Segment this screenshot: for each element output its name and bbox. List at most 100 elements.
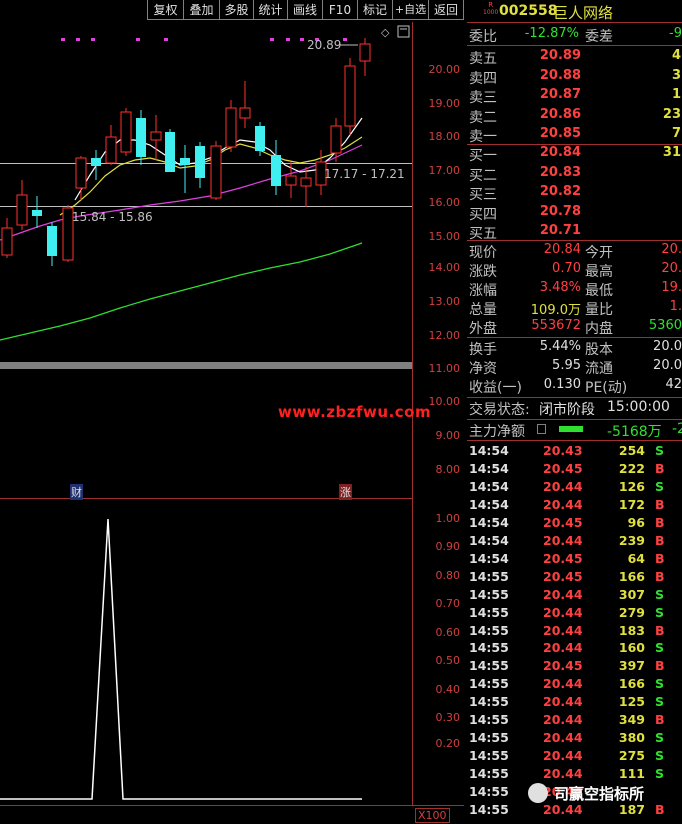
tick-volume: 166 [618, 676, 645, 692]
tick-price: 20.44 [543, 748, 583, 764]
indicator-line [0, 518, 362, 800]
quote-value: 5360 [648, 318, 682, 333]
tick-row[interactable]: 14:55 20.44 160 S [467, 640, 682, 658]
brand-overlay: 司赢空指标所 [528, 782, 678, 804]
tick-volume: 397 [618, 658, 645, 674]
tick-volume: 275 [618, 748, 645, 764]
tick-side: B [655, 658, 665, 674]
tick-price: 20.44 [543, 802, 583, 817]
finance-row: 收益(一) 0.130 PE(动) 42 [467, 377, 682, 396]
tick-row[interactable]: 14:55 20.44 279 S [467, 605, 682, 623]
window-toggle-icon[interactable] [397, 25, 410, 38]
order-ratio-row: 委比 -12.87% 委差 -9 [467, 26, 682, 45]
ask-row[interactable]: 卖三 20.87 1 [467, 87, 682, 106]
price-tick-label: 19.00 [428, 97, 461, 110]
tick-side: B [655, 802, 665, 817]
bid-row[interactable]: 买二 20.83 [467, 165, 682, 184]
level-volume: 31 [662, 145, 681, 160]
tick-row[interactable]: 14:55 20.44 166 S [467, 676, 682, 694]
tick-row[interactable]: 14:54 20.44 126 S [467, 479, 682, 497]
tick-side: S [655, 730, 665, 746]
indicator-tick-label: 1.00 [435, 512, 461, 525]
tick-side: B [655, 514, 665, 530]
candle-body [136, 118, 146, 157]
list-icon[interactable] [537, 424, 546, 434]
finance-value: 5.95 [552, 358, 581, 373]
level-label: 卖一 [469, 129, 497, 145]
tick-row[interactable]: 14:54 20.43 254 S [467, 443, 682, 461]
quote-value: 20. [661, 242, 682, 257]
tick-time: 14:55 [469, 802, 509, 817]
stock-code: 002558 [499, 3, 558, 19]
level-price: 20.87 [539, 87, 581, 102]
ask-row[interactable]: 卖二 20.86 23 [467, 107, 682, 126]
tick-time: 14:55 [469, 784, 509, 800]
ask-row[interactable]: 卖一 20.85 7 [467, 126, 682, 145]
tick-volume: 222 [618, 460, 645, 476]
limit-up-marker[interactable]: 涨 [339, 484, 352, 500]
brand-text: 司赢空指标所 [554, 785, 645, 803]
tick-row[interactable]: 14:54 20.44 239 B [467, 533, 682, 551]
tick-row[interactable]: 14:54 20.44 172 B [467, 497, 682, 515]
tick-row[interactable]: 14:54 20.45 64 B [467, 551, 682, 569]
tick-price: 20.44 [543, 766, 583, 782]
quote-label: 量比 [585, 302, 613, 318]
tick-time: 14:55 [469, 730, 509, 746]
tick-row[interactable]: 14:55 20.44 307 S [467, 587, 682, 605]
tick-row[interactable]: 14:55 20.45 397 B [467, 658, 682, 676]
candle-body [271, 155, 281, 186]
tick-row[interactable]: 14:55 20.44 349 B [467, 712, 682, 730]
price-tick-label: 14.00 [428, 261, 461, 274]
diamond-icon[interactable]: ◇ [381, 26, 390, 39]
tick-row[interactable]: 14:55 20.44 275 S [467, 748, 682, 766]
quote-label: 最低 [585, 283, 613, 299]
tick-volume: 160 [618, 640, 645, 656]
candle-body [16, 194, 28, 226]
level-label: 买三 [469, 187, 497, 203]
finance-value: 42 [665, 377, 682, 392]
indicator-tick-label: 0.20 [435, 737, 461, 750]
stock-badge: R 1000 [483, 1, 498, 17]
quote-row: 涨幅 3.48% 最低 19. [467, 280, 682, 299]
price-tick-label: 8.00 [435, 463, 461, 476]
price-tick-label: 16.00 [428, 196, 461, 209]
tick-row[interactable]: 14:55 20.44 187 B [467, 802, 682, 820]
tick-row[interactable]: 14:55 20.44 125 S [467, 694, 682, 712]
main-net-row[interactable]: 主力净额 -5168万 -2 [467, 421, 682, 440]
tick-time: 14:55 [469, 766, 509, 782]
level-price: 20.83 [539, 164, 581, 180]
tick-volume: 239 [618, 532, 645, 548]
bid-row[interactable]: 买四 20.78 [467, 204, 682, 223]
candle-body [75, 157, 87, 189]
quote-value: 553672 [531, 318, 581, 333]
indicator-unit-label[interactable]: X100 [415, 808, 450, 823]
finance-label: 股本 [585, 342, 613, 358]
tick-row[interactable]: 14:55 20.45 166 B [467, 569, 682, 587]
finance-marker[interactable]: 财 [70, 484, 83, 500]
tick-price: 20.44 [543, 712, 583, 728]
price-tick-label: 20.00 [428, 63, 461, 76]
tick-price: 20.44 [543, 604, 583, 620]
tick-time: 14:55 [469, 712, 509, 728]
bid-row[interactable]: 买一 20.84 31 [467, 145, 682, 164]
tick-row[interactable]: 14:55 20.44 380 S [467, 730, 682, 748]
quote-value: 20.84 [543, 242, 581, 257]
bid-row[interactable]: 买三 20.82 [467, 184, 682, 203]
ask-row[interactable]: 卖四 20.88 3 [467, 68, 682, 87]
level-volume: 1 [671, 87, 681, 102]
tick-time: 14:55 [469, 694, 509, 710]
status-label: 交易状态: [469, 402, 530, 418]
tick-row[interactable]: 14:54 20.45 222 B [467, 461, 682, 479]
tick-volume: 254 [618, 443, 645, 458]
tick-price: 20.45 [543, 514, 583, 530]
candle-body [239, 107, 251, 119]
tick-row[interactable]: 14:54 20.45 96 B [467, 515, 682, 533]
quote-label: 涨幅 [469, 283, 497, 299]
tick-volume: 126 [618, 478, 645, 494]
tick-row[interactable]: 14:55 20.44 183 B [467, 623, 682, 641]
ask-row[interactable]: 卖五 20.89 4 [467, 48, 682, 67]
candle-body [285, 175, 297, 186]
tick-volume: 125 [618, 694, 645, 710]
high-price-label: 20.89 [307, 38, 342, 52]
price-tick-label: 18.00 [428, 130, 461, 143]
